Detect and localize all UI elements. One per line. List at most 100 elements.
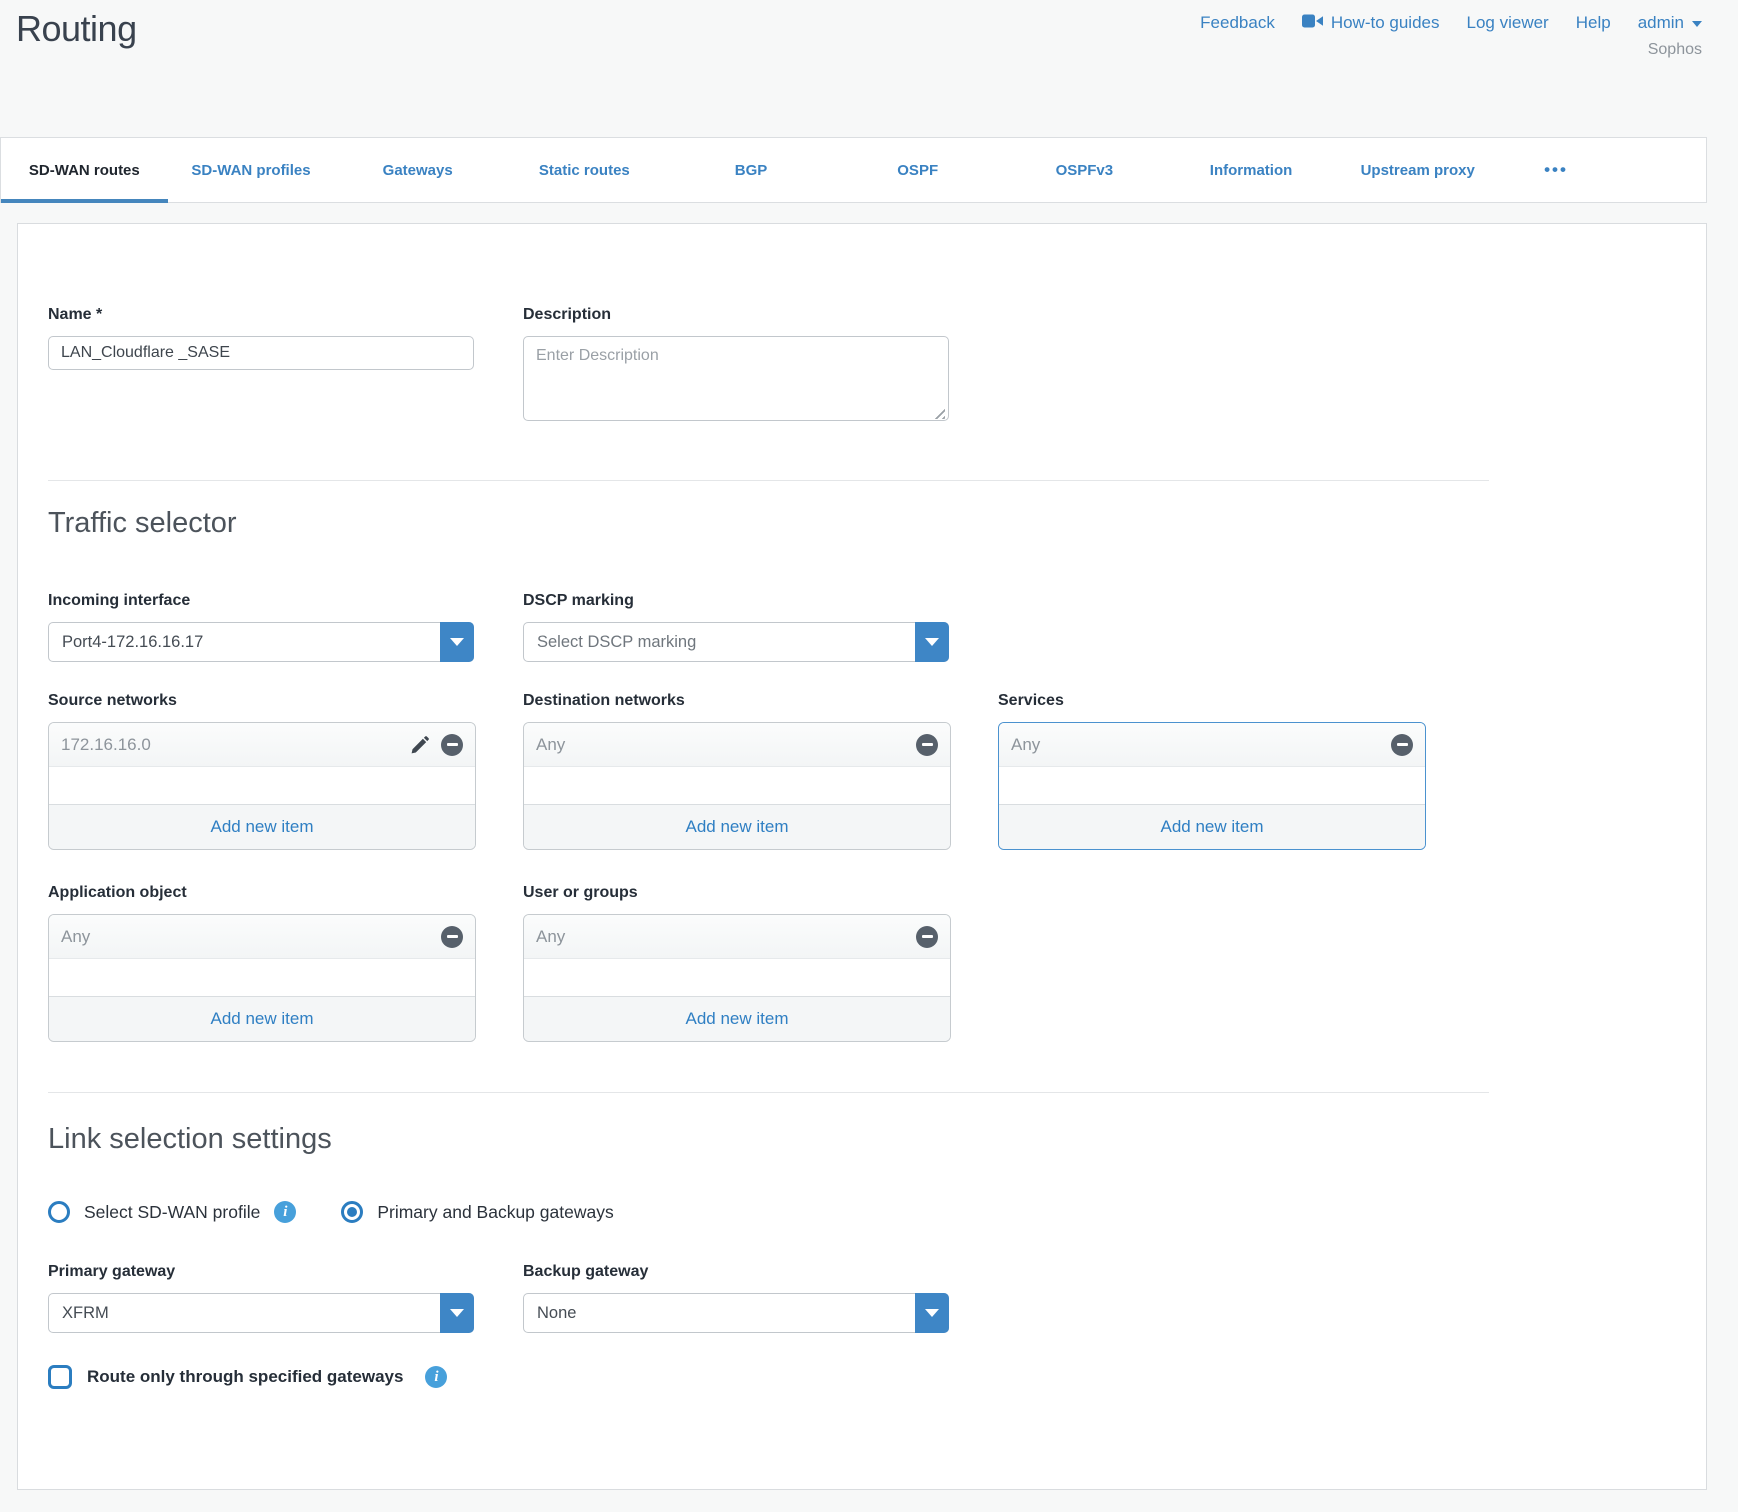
list-item: Any xyxy=(999,723,1425,767)
application-object-label: Application object xyxy=(48,884,474,902)
add-new-item-button[interactable]: Add new item xyxy=(999,804,1425,849)
application-object-group: Application object Any Add new item xyxy=(48,884,474,1042)
info-icon[interactable]: i xyxy=(274,1201,296,1223)
tab-sdwan-profiles[interactable]: SD-WAN profiles xyxy=(168,138,335,202)
backup-gateway-group: Backup gateway None xyxy=(523,1263,949,1333)
tab-sdwan-routes[interactable]: SD-WAN routes xyxy=(1,138,168,202)
tab-upstream-proxy[interactable]: Upstream proxy xyxy=(1334,138,1501,202)
source-networks-group: Source networks 172.16.16.0 Add new item xyxy=(48,692,474,850)
radio-primary-backup-gateways: Primary and Backup gateways xyxy=(341,1201,613,1223)
primary-gateway-select[interactable]: XFRM xyxy=(48,1293,474,1333)
list-item: 172.16.16.0 xyxy=(49,723,475,767)
help-link[interactable]: Help xyxy=(1576,13,1611,33)
tab-static-routes[interactable]: Static routes xyxy=(501,138,668,202)
description-label: Description xyxy=(523,306,949,324)
radio-button[interactable] xyxy=(48,1201,70,1223)
dscp-marking-group: DSCP marking Select DSCP marking xyxy=(523,592,949,662)
incoming-interface-group: Incoming interface Port4-172.16.16.17 xyxy=(48,592,474,662)
tab-ospfv3[interactable]: OSPFv3 xyxy=(1001,138,1168,202)
interface-dscp-row: Incoming interface Port4-172.16.16.17 DS… xyxy=(48,592,1676,662)
tab-information[interactable]: Information xyxy=(1168,138,1335,202)
primary-gateway-label: Primary gateway xyxy=(48,1263,474,1281)
pencil-icon[interactable] xyxy=(409,734,431,756)
brand-label: Sophos xyxy=(1648,41,1702,59)
add-new-item-button[interactable]: Add new item xyxy=(524,804,950,849)
tabs-overflow-button[interactable]: ••• xyxy=(1501,138,1611,202)
caret-down-icon xyxy=(925,1309,939,1317)
incoming-interface-label: Incoming interface xyxy=(48,592,474,610)
add-new-item-button[interactable]: Add new item xyxy=(49,996,475,1041)
routing-tabbar: SD-WAN routes SD-WAN profiles Gateways S… xyxy=(0,137,1707,203)
primary-gateway-group: Primary gateway XFRM xyxy=(48,1263,474,1333)
sdwan-route-form-panel: Name * Description Traffic selector Inco… xyxy=(17,223,1707,1490)
user-or-groups-listbox: Any Add new item xyxy=(523,914,951,1042)
tabbar-spacer xyxy=(1611,138,1706,202)
dscp-marking-label: DSCP marking xyxy=(523,592,949,610)
how-to-guides-link[interactable]: How-to guides xyxy=(1302,13,1440,33)
networks-services-row: Source networks 172.16.16.0 Add new item… xyxy=(48,692,1676,850)
destination-networks-label: Destination networks xyxy=(523,692,949,710)
description-textarea[interactable] xyxy=(523,336,949,421)
dropdown-button[interactable] xyxy=(440,1293,474,1333)
section-divider xyxy=(48,1092,1489,1093)
caret-down-icon xyxy=(450,638,464,646)
name-description-row: Name * Description xyxy=(48,306,1676,426)
required-marker: * xyxy=(96,306,102,323)
list-item: Any xyxy=(524,723,950,767)
caret-down-icon xyxy=(450,1309,464,1317)
dscp-marking-select[interactable]: Select DSCP marking xyxy=(523,622,949,662)
services-label: Services xyxy=(998,692,1424,710)
add-new-item-button[interactable]: Add new item xyxy=(49,804,475,849)
link-selection-heading: Link selection settings xyxy=(48,1123,1676,1156)
section-divider xyxy=(48,480,1489,481)
name-field-group: Name * xyxy=(48,306,474,370)
log-viewer-link[interactable]: Log viewer xyxy=(1467,13,1549,33)
services-group: Services Any Add new item xyxy=(998,692,1424,850)
page-title: Routing xyxy=(16,8,137,50)
radio-select-sdwan-profile: Select SD-WAN profile i xyxy=(48,1201,296,1223)
info-icon[interactable]: i xyxy=(425,1366,447,1388)
source-networks-listbox: 172.16.16.0 Add new item xyxy=(48,722,476,850)
list-item: Any xyxy=(524,915,950,959)
header-links: Feedback How-to guides Log viewer Help a… xyxy=(1200,13,1702,33)
tab-ospf[interactable]: OSPF xyxy=(834,138,1001,202)
minus-circle-icon[interactable] xyxy=(1391,734,1413,756)
name-input[interactable] xyxy=(48,336,474,370)
application-object-listbox: Any Add new item xyxy=(48,914,476,1042)
description-field-group: Description xyxy=(523,306,949,426)
admin-menu[interactable]: admin xyxy=(1638,13,1702,33)
route-only-row: Route only through specified gateways i xyxy=(48,1365,1676,1389)
route-only-checkbox[interactable] xyxy=(48,1365,72,1389)
list-item: Any xyxy=(49,915,475,959)
dropdown-button[interactable] xyxy=(915,1293,949,1333)
tab-bgp[interactable]: BGP xyxy=(668,138,835,202)
destination-networks-group: Destination networks Any Add new item xyxy=(523,692,949,850)
radio-button[interactable] xyxy=(341,1201,363,1223)
incoming-interface-select[interactable]: Port4-172.16.16.17 xyxy=(48,622,474,662)
tab-gateways[interactable]: Gateways xyxy=(334,138,501,202)
page-header: Routing Feedback How-to guides Log viewe… xyxy=(0,0,1738,137)
dropdown-button[interactable] xyxy=(915,622,949,662)
minus-circle-icon[interactable] xyxy=(916,926,938,948)
backup-gateway-label: Backup gateway xyxy=(523,1263,949,1281)
caret-down-icon xyxy=(1692,21,1702,27)
destination-networks-listbox: Any Add new item xyxy=(523,722,951,850)
add-new-item-button[interactable]: Add new item xyxy=(524,996,950,1041)
name-label: Name * xyxy=(48,306,474,324)
dropdown-button[interactable] xyxy=(440,622,474,662)
user-or-groups-label: User or groups xyxy=(523,884,949,902)
video-camera-icon xyxy=(1302,13,1323,33)
traffic-selector-heading: Traffic selector xyxy=(48,507,1676,540)
caret-down-icon xyxy=(925,638,939,646)
link-selection-options: Select SD-WAN profile i Primary and Back… xyxy=(48,1201,1676,1223)
user-or-groups-group: User or groups Any Add new item xyxy=(523,884,949,1042)
route-only-label: Route only through specified gateways xyxy=(87,1367,403,1387)
services-listbox: Any Add new item xyxy=(998,722,1426,850)
minus-circle-icon[interactable] xyxy=(441,734,463,756)
gateways-row: Primary gateway XFRM Backup gateway None xyxy=(48,1263,1676,1333)
application-users-row: Application object Any Add new item User… xyxy=(48,884,1676,1042)
minus-circle-icon[interactable] xyxy=(916,734,938,756)
minus-circle-icon[interactable] xyxy=(441,926,463,948)
feedback-link[interactable]: Feedback xyxy=(1200,13,1275,33)
backup-gateway-select[interactable]: None xyxy=(523,1293,949,1333)
